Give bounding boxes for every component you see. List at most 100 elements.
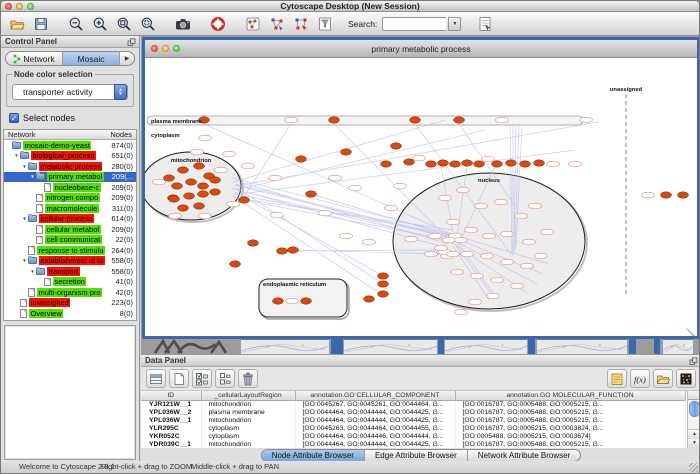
zoom-selected-button[interactable] xyxy=(137,14,159,34)
gene-node[interactable] xyxy=(164,175,175,181)
table-cell[interactable]: YPL036W__2 xyxy=(141,409,201,417)
tab-overflow-button[interactable]: ▶ xyxy=(120,52,134,65)
gene-label-node[interactable] xyxy=(447,219,460,225)
table-cell[interactable]: [GO:0016787, GO:0005488, GO:0005215, G..… xyxy=(455,417,685,425)
gene-label-node[interactable] xyxy=(199,213,212,219)
scroll-up-icon[interactable]: ▲ xyxy=(688,430,700,439)
background-window-border[interactable] xyxy=(331,339,343,354)
gene-label-node[interactable] xyxy=(529,203,542,209)
gene-label-node[interactable] xyxy=(501,259,514,265)
gene-node[interactable] xyxy=(378,281,389,287)
gene-node[interactable] xyxy=(378,291,389,297)
search-input[interactable] xyxy=(382,17,446,31)
gene-node[interactable] xyxy=(450,161,461,167)
tree-row[interactable]: cellular metabol209(0) xyxy=(4,224,136,235)
gene-label-node[interactable] xyxy=(475,203,488,209)
zoom-fit-button[interactable] xyxy=(113,14,135,34)
tree-row[interactable]: ▼cellular process614(0) xyxy=(4,214,136,225)
background-window-fragment[interactable] xyxy=(663,339,693,354)
attribute-function-button[interactable]: f(x) xyxy=(630,369,650,388)
tab-mosaic[interactable]: Mosaic xyxy=(63,52,120,65)
column-header[interactable]: annotation.GO MOLECULAR_FUNCTION xyxy=(455,391,685,400)
tree-row[interactable]: Overview8(0) xyxy=(4,308,136,319)
table-cell[interactable]: [GO:0044464, GO:0044444, GO:0044425, G..… xyxy=(295,441,455,449)
gene-label-node[interactable] xyxy=(511,283,524,289)
gene-label-node[interactable] xyxy=(455,237,468,243)
gene-label-node[interactable] xyxy=(271,212,284,218)
gene-node[interactable] xyxy=(474,161,485,167)
table-cell[interactable]: YJR121W__1 xyxy=(141,400,201,409)
gene-node[interactable] xyxy=(186,179,197,185)
gene-label-node[interactable] xyxy=(340,233,353,239)
gene-node[interactable] xyxy=(661,192,672,198)
tree-row[interactable]: ▼biological_process651(0) xyxy=(4,151,136,162)
gene-label-node[interactable] xyxy=(425,251,438,257)
gene-node[interactable] xyxy=(301,298,312,304)
gene-node[interactable] xyxy=(410,117,421,123)
tree-row[interactable]: multi-organism pro42(0) xyxy=(4,287,136,298)
gene-label-node[interactable] xyxy=(642,192,655,198)
table-cell[interactable]: [GO:0005488, GO:0005215, GO:0003674] xyxy=(455,433,685,441)
tab-network[interactable]: Network xyxy=(6,52,63,65)
gene-label-node[interactable] xyxy=(471,273,484,279)
gene-label-node[interactable] xyxy=(413,155,426,161)
import-table-button[interactable] xyxy=(474,14,496,34)
network-window-titlebar[interactable]: primary metabolic process xyxy=(145,40,697,58)
tab-node-attribute-browser[interactable]: Node Attribute Browser xyxy=(262,450,365,461)
tree-row[interactable]: cell communicat22(0) xyxy=(4,235,136,246)
background-window-fragment[interactable] xyxy=(445,339,527,354)
gene-label-node[interactable] xyxy=(269,175,282,181)
gene-label-node[interactable] xyxy=(405,236,418,242)
gene-label-node[interactable] xyxy=(535,253,548,259)
gene-node[interactable] xyxy=(492,161,503,167)
gene-label-node[interactable] xyxy=(547,161,560,167)
gene-node[interactable] xyxy=(306,191,317,197)
gene-node[interactable] xyxy=(534,160,545,166)
vizmapper-button[interactable] xyxy=(242,14,264,34)
gene-label-node[interactable] xyxy=(483,233,496,239)
gene-node[interactable] xyxy=(506,160,517,166)
column-header[interactable]: annotation.GO CELLULAR_COMPONENT xyxy=(295,391,455,400)
table-cell[interactable]: [GO:0016787, GO:0005488, GO:0005215, G..… xyxy=(455,409,685,417)
network-canvas[interactable]: plasma membranecytoplasmmitochondrionnuc… xyxy=(145,58,697,336)
gene-node[interactable] xyxy=(341,149,352,155)
background-window-border[interactable] xyxy=(438,339,444,354)
tab-network-attribute-browser[interactable]: Network Attribute Browser xyxy=(468,450,580,461)
tree-row[interactable]: secretion41(0) xyxy=(4,277,136,288)
scrollbar-thumb[interactable] xyxy=(689,401,700,417)
gene-label-node[interactable] xyxy=(319,210,332,216)
table-cell[interactable]: mitochondrion xyxy=(201,400,295,409)
gene-label-node[interactable] xyxy=(521,263,534,269)
gene-label-node[interactable] xyxy=(487,293,500,299)
tree-row[interactable]: response to stimulu264(0) xyxy=(4,245,136,256)
gene-label-node[interactable] xyxy=(191,149,204,155)
table-row[interactable]: YPL036W__1mitochondrion[GO:0044464, GO:0… xyxy=(141,417,685,425)
gene-node[interactable] xyxy=(329,117,340,123)
gene-node[interactable] xyxy=(178,205,189,211)
tree-row[interactable]: ▼transport558(0) xyxy=(4,266,136,277)
table-row[interactable]: YDR039C__1mitochondrion[GO:0044464, GO:0… xyxy=(141,441,685,449)
table-cell[interactable]: [GO:0045263, GO:0044464, GO:0044455, G..… xyxy=(295,425,455,433)
gene-label-node[interactable] xyxy=(199,135,212,141)
gene-node[interactable] xyxy=(184,193,195,199)
gene-node[interactable] xyxy=(198,191,209,197)
gene-node[interactable] xyxy=(364,296,375,302)
table-cell[interactable]: plasma membrane xyxy=(201,409,295,417)
table-cell[interactable]: [GO:0044464, GO:0044444, GO:0044425, G..… xyxy=(295,417,455,425)
gene-node[interactable] xyxy=(210,177,221,183)
gene-label-node[interactable] xyxy=(394,183,407,189)
select-all-attributes-button[interactable] xyxy=(192,369,212,388)
tree-column-nodes[interactable]: Nodes xyxy=(110,130,132,139)
unselect-all-attributes-button[interactable] xyxy=(215,369,235,388)
tree-row[interactable]: ▼establishment of lo558(0) xyxy=(4,256,136,267)
save-button[interactable] xyxy=(30,14,52,34)
gene-node[interactable] xyxy=(454,117,465,123)
disclosure-triangle-icon[interactable]: ▼ xyxy=(13,153,20,158)
tree-row[interactable]: macromolecule311(0) xyxy=(4,203,136,214)
filter-button[interactable] xyxy=(314,14,336,34)
gene-label-node[interactable] xyxy=(223,151,236,157)
table-scrollbar[interactable]: ▲ ▼ xyxy=(687,391,700,448)
gene-node[interactable] xyxy=(462,160,473,166)
gene-node[interactable] xyxy=(169,196,180,202)
attribute-label-button[interactable] xyxy=(607,369,627,388)
